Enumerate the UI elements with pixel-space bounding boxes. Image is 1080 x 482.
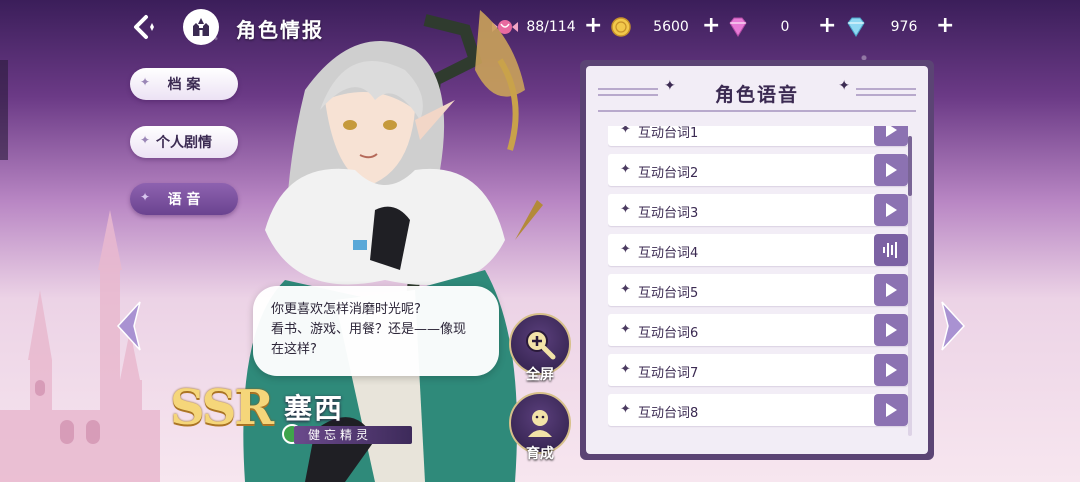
sparkle-icon: ✦ [620,202,631,217]
menu-voice-button[interactable]: ✦ 语 音 [130,183,238,215]
play-button[interactable] [874,194,908,226]
dialogue-line: 在这样? [271,342,317,357]
sparkle-icon: ✦ [620,242,631,257]
play-button[interactable] [874,354,908,386]
dialogue-line: 你更喜欢怎样消磨时光呢? [271,302,421,317]
voice-item[interactable]: ✦ 互动台词2 [608,154,908,186]
voice-item-label: 互动台词6 [638,326,699,341]
voice-panel-body: ✦ ✦ 角色语音 ✦ 互动台词1 ✦ 互动台词2 ✦ 互动台词3 ✦ 互动台词4… [586,66,928,454]
sparkle-icon: ✦ [620,322,631,337]
menu-label: 语 音 [167,192,201,208]
play-button[interactable] [874,274,908,306]
dialogue-line: 看书、游戏、用餐？还是——像现 [271,322,467,337]
play-icon [886,323,897,337]
character-title: 健忘精灵 [294,426,412,444]
voice-item[interactable]: ✦ 互动台词3 [608,194,908,226]
character-name: 塞西 [284,392,345,425]
scrollbar[interactable] [908,136,912,436]
dialogue-bubble: 你更喜欢怎样消磨时光呢? 看书、游戏、用餐？还是——像现 在这样? [253,286,499,376]
sparkle-icon: ✦ [140,190,151,204]
playing-button[interactable] [874,234,908,266]
sparkle-icon: ✦ [620,402,631,417]
add-gold-button[interactable]: + [702,14,720,38]
voice-item-label: 互动台词4 [638,246,699,261]
develop-label: 育成 [526,446,554,462]
menu-label: 档 案 [167,77,201,93]
previous-character-arrow[interactable] [114,300,144,352]
voice-item[interactable]: ✦ 互动台词6 [608,314,908,346]
divider [598,110,916,112]
voice-list[interactable]: ✦ 互动台词1 ✦ 互动台词2 ✦ 互动台词3 ✦ 互动台词4 ✦ 互动台词5 … [608,126,908,444]
play-icon [886,126,897,137]
resource-value: 976 [890,19,918,35]
add-pink-diamond-button[interactable]: + [818,14,836,38]
sparkle-icon: ✦ [140,75,151,89]
voice-panel-header: ✦ ✦ 角色语音 [586,66,928,116]
voice-item[interactable]: ✦ 互动台词5 [608,274,908,306]
voice-item-label: 互动台词1 [638,126,699,141]
voice-panel: ✦ ✦ 角色语音 ✦ 互动台词1 ✦ 互动台词2 ✦ 互动台词3 ✦ 互动台词4… [580,60,934,460]
resource-gold: 5600 [610,16,710,38]
pink-diamond-icon [729,17,747,37]
play-icon [886,163,897,177]
resource-value: 0 [780,19,790,35]
voice-panel-title: 角色语音 [714,84,799,106]
edge-decoration [0,60,8,160]
play-icon [886,363,897,377]
play-icon [886,283,897,297]
add-blue-diamond-button[interactable]: + [936,14,954,38]
play-button[interactable] [874,126,908,146]
sparkle-icon: ✦ [140,133,151,147]
resource-value: 5600 [653,19,689,35]
sound-wave-icon [883,242,897,258]
resource-blue-diamond: 976 [844,16,940,38]
castle-icon [193,18,209,36]
voice-item-label: 互动台词3 [638,206,699,221]
menu-story-button[interactable]: ✦ 个人剧情 [130,126,238,158]
voice-item[interactable]: ✦ 互动台词8 [608,394,908,426]
add-stamina-button[interactable]: + [584,14,602,38]
sparkle-icon: ✦ [620,126,631,137]
scrollbar-thumb[interactable] [908,136,912,196]
voice-item[interactable]: ✦ 互动台词7 [608,354,908,386]
blue-diamond-icon [847,17,865,37]
fullscreen-label: 全屏 [526,367,554,383]
gold-coin-icon [611,17,631,37]
home-button[interactable] [183,9,219,45]
play-button[interactable] [874,154,908,186]
next-character-arrow[interactable] [938,300,968,352]
sparkle-icon: ✦ [620,362,631,377]
voice-item-label: 互动台词7 [638,366,699,381]
voice-item-label: 互动台词8 [638,406,699,421]
voice-item-label: 互动台词2 [638,166,699,181]
voice-item-label: 互动台词5 [638,286,699,301]
play-icon [886,203,897,217]
back-button[interactable] [128,12,162,42]
menu-profile-button[interactable]: ✦ 档 案 [130,68,238,100]
voice-item[interactable]: ✦ 互动台词4 [608,234,908,266]
sparkle-icon: ✦ [620,162,631,177]
back-arrow-icon [134,15,154,39]
play-button[interactable] [874,314,908,346]
sparkle-icon: ✦ [620,282,631,297]
character-upgrade-icon [528,410,552,437]
play-button[interactable] [874,394,908,426]
play-icon [886,403,897,417]
voice-item[interactable]: ✦ 互动台词1 [608,126,908,146]
menu-label: 个人剧情 [156,135,212,151]
rarity-badge: SSR [170,380,274,436]
resource-pink-diamond: 0 [726,16,820,38]
magnifier-icon [526,330,556,360]
